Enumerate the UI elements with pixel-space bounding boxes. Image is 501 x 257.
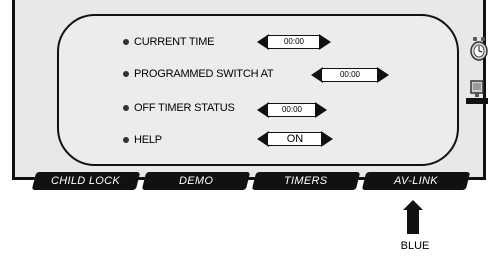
tab-child-lock[interactable]: CHILD LOCK xyxy=(31,172,141,190)
help-field[interactable]: ON xyxy=(267,132,323,146)
tab-timers[interactable]: TIMERS xyxy=(251,172,361,190)
bullet-icon xyxy=(123,39,129,45)
current-time-spinner[interactable]: 00:00 xyxy=(257,34,331,50)
off-timer-field[interactable]: 00:00 xyxy=(267,103,317,117)
tab-demo[interactable]: DEMO xyxy=(141,172,251,190)
programmed-switch-field[interactable]: 00:00 xyxy=(321,68,379,82)
off-timer-spinner[interactable]: 00:00 xyxy=(257,102,327,118)
bullet-icon xyxy=(123,71,129,77)
bullet-icon xyxy=(123,105,129,111)
tab-label: CHILD LOCK xyxy=(51,175,121,187)
function-tab-bar: CHILD LOCK DEMO TIMERS AV-LINK xyxy=(31,172,472,191)
tab-label: DEMO xyxy=(178,175,214,187)
setting-label: PROGRAMMED SWITCH AT xyxy=(134,68,274,80)
bullet-icon xyxy=(123,137,129,143)
setting-label: CURRENT TIME xyxy=(134,36,215,48)
help-spinner[interactable]: ON xyxy=(257,131,333,147)
setting-row-off-timer: OFF TIMER STATUS xyxy=(123,102,235,114)
tv-menu-screen: CURRENT TIME 00:00 PROGRAMMED SWITCH AT … xyxy=(12,0,488,180)
setting-label: HELP xyxy=(134,134,162,146)
tab-label: AV-LINK xyxy=(394,175,438,187)
setting-row-current-time: CURRENT TIME xyxy=(123,36,215,48)
current-time-field[interactable]: 00:00 xyxy=(267,35,321,49)
alarm-clock-icon xyxy=(470,37,488,61)
programmed-switch-spinner[interactable]: 00:00 xyxy=(311,67,389,83)
tab-label: TIMERS xyxy=(284,175,328,187)
arrow-right-icon[interactable] xyxy=(315,102,327,118)
arrow-right-icon[interactable] xyxy=(377,67,389,83)
arrow-right-icon[interactable] xyxy=(321,131,333,147)
setting-row-programmed-switch: PROGRAMMED SWITCH AT xyxy=(123,68,274,80)
blue-key-label: BLUE xyxy=(400,240,430,252)
arrow-right-icon[interactable] xyxy=(319,34,331,50)
pointer-arrow-icon xyxy=(403,200,423,234)
tab-av-link[interactable]: AV-LINK xyxy=(361,172,471,190)
setting-label: OFF TIMER STATUS xyxy=(134,102,235,114)
tv-device-icon xyxy=(466,80,488,104)
setting-row-help: HELP xyxy=(123,134,162,146)
timer-settings-panel: CURRENT TIME 00:00 PROGRAMMED SWITCH AT … xyxy=(57,14,488,166)
